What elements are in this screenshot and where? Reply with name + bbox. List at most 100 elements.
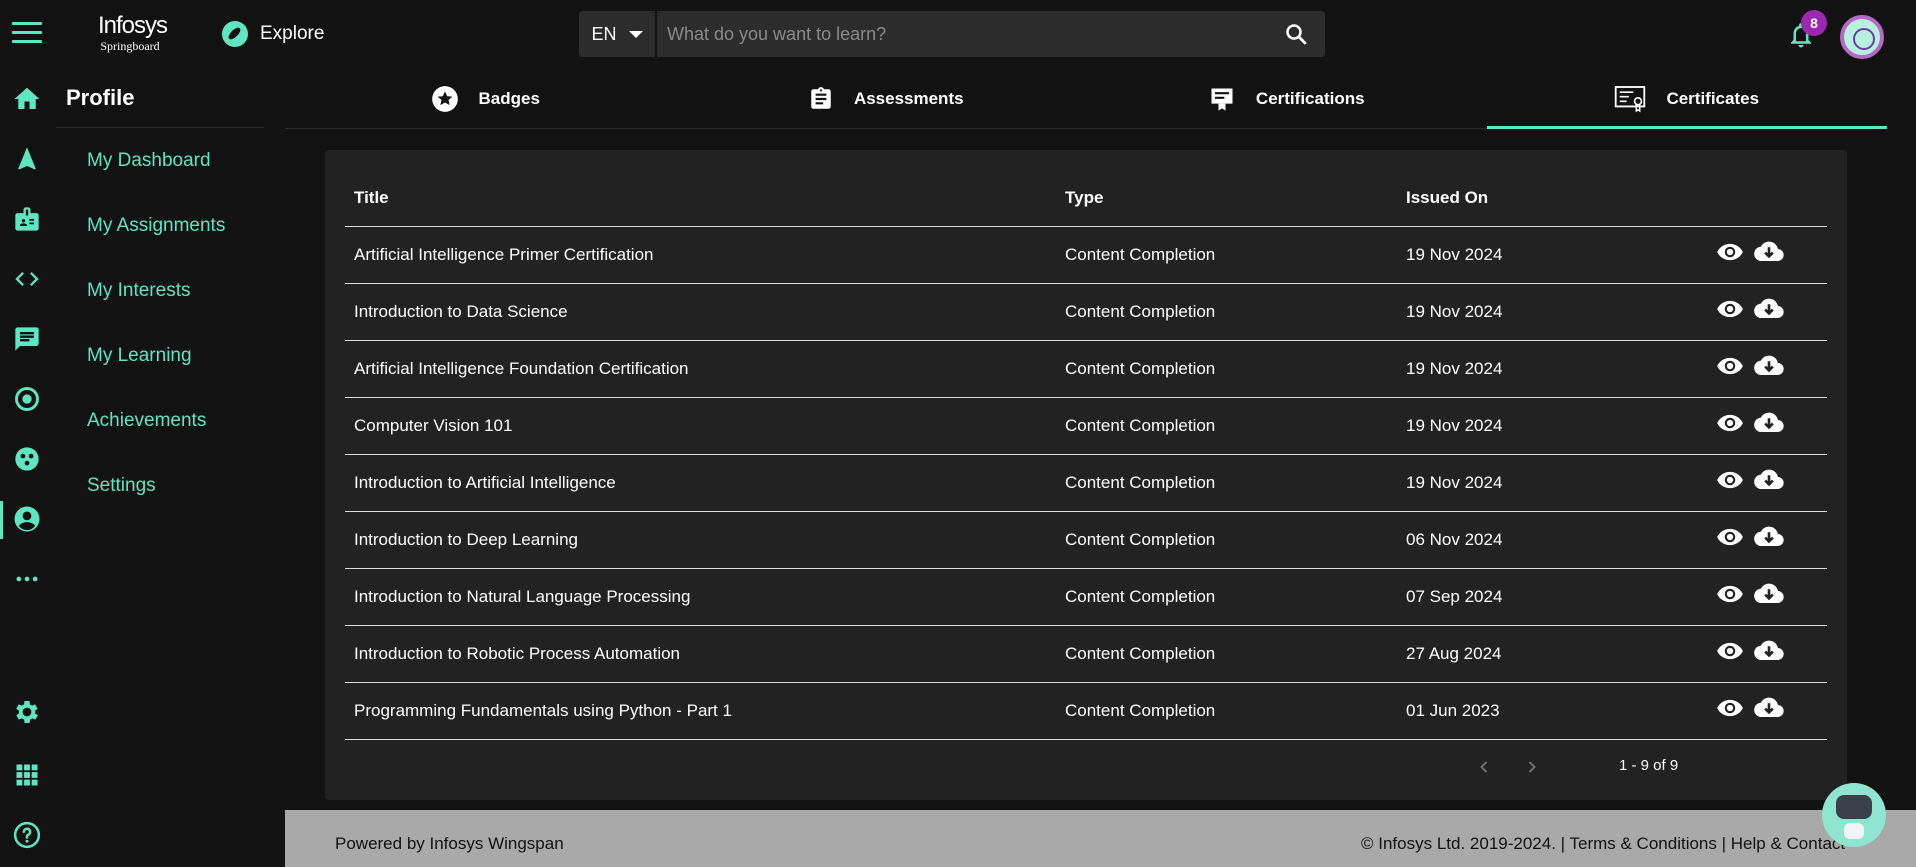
language-select[interactable]: EN [579,11,657,57]
download-certificate-button[interactable] [1754,468,1784,492]
column-header-actions [1687,170,1827,227]
cell-actions [1687,454,1827,512]
home-icon[interactable] [9,81,45,117]
cell-actions [1687,511,1827,569]
settings-icon[interactable] [9,694,45,730]
cell-type: Content Completion [1056,682,1397,740]
cell-type: Content Completion [1056,454,1397,512]
sidebar-item-achievements[interactable]: Achievements [56,388,264,453]
menu-icon[interactable] [12,22,42,46]
download-certificate-button[interactable] [1754,240,1784,264]
cell-type: Content Completion [1056,625,1397,683]
cell-type: Content Completion [1056,568,1397,626]
eye-icon [1717,471,1743,488]
cell-title: Computer Vision 101 [345,397,1056,455]
tab-badges[interactable]: Badges [285,70,686,128]
column-header-type[interactable]: Type [1056,170,1397,227]
view-certificate-button[interactable] [1716,698,1744,718]
view-certificate-button[interactable] [1716,584,1744,604]
sidebar-item-my-dashboard[interactable]: My Dashboard [56,128,264,193]
sidebar-item-my-interests[interactable]: My Interests [56,258,264,323]
search-button[interactable] [1267,11,1325,57]
tab-assessments[interactable]: Assessments [686,70,1087,128]
view-certificate-button[interactable] [1716,242,1744,262]
view-certificate-button[interactable] [1716,527,1744,547]
search-bar: EN [579,11,1325,57]
infosys-springboard-logo[interactable]: Infosys Springboard [98,14,168,54]
cloud-download-icon [1754,355,1784,375]
download-certificate-button[interactable] [1754,696,1784,720]
code-icon[interactable] [9,261,45,297]
target-icon[interactable] [9,381,45,417]
search-input[interactable] [657,11,1267,57]
cell-title: Artificial Intelligence Foundation Certi… [345,340,1056,398]
eye-icon [1717,699,1743,716]
cell-issued-on: 01 Jun 2023 [1397,682,1687,740]
chat-icon[interactable] [9,321,45,357]
more-icon[interactable] [9,561,45,597]
view-certificate-button[interactable] [1716,413,1744,433]
view-certificate-button[interactable] [1716,470,1744,490]
profile-icon[interactable] [9,501,45,537]
certificates-table: Title Type Issued On Artificial Intellig… [345,170,1827,740]
navigate-icon[interactable] [9,141,45,177]
view-certificate-button[interactable] [1716,641,1744,661]
tab-certificates[interactable]: Certificates [1486,70,1888,129]
cloud-download-icon [1754,241,1784,261]
cell-actions [1687,625,1827,683]
help-contact-link[interactable]: Help & Contact [1731,834,1845,853]
download-certificate-button[interactable] [1754,582,1784,606]
sidebar-item-my-learning[interactable]: My Learning [56,323,264,388]
table-row: Introduction to Deep Learning Content Com… [345,511,1827,569]
cell-title: Artificial Intelligence Primer Certifica… [345,226,1056,284]
tab-certifications[interactable]: Certifications [1086,70,1487,128]
copyright-text: © Infosys Ltd. 2019-2024. | [1361,834,1566,853]
explore-button[interactable]: Explore [222,20,324,48]
row-actions [1696,639,1827,663]
cell-issued-on: 19 Nov 2024 [1397,454,1687,512]
row-actions [1696,411,1827,435]
compass-icon [222,21,248,47]
next-page-button[interactable] [1519,754,1545,780]
pagination-range: 1 - 9 of 9 [1619,757,1679,774]
apps-icon[interactable] [9,757,45,793]
community-icon[interactable] [9,441,45,477]
eye-icon [1717,243,1743,260]
table-row: Artificial Intelligence Primer Certifica… [345,226,1827,284]
download-certificate-button[interactable] [1754,639,1784,663]
eye-icon [1717,414,1743,431]
cell-type: Content Completion [1056,511,1397,569]
view-certificate-button[interactable] [1716,356,1744,376]
cell-title: Programming Fundamentals using Python - … [345,682,1056,740]
table-row: Programming Fundamentals using Python - … [345,682,1827,740]
cloud-download-icon [1754,469,1784,489]
chatbot-button[interactable] [1822,783,1886,847]
cell-actions [1687,397,1827,455]
certification-icon [1211,88,1233,111]
download-certificate-button[interactable] [1754,525,1784,549]
cell-actions [1687,283,1827,341]
powered-by-text: Powered by Infosys Wingspan [335,834,564,853]
sidebar-item-my-assignments[interactable]: My Assignments [56,193,264,258]
row-actions [1696,354,1827,378]
download-certificate-button[interactable] [1754,354,1784,378]
sidebar-title: Profile [56,68,264,128]
download-certificate-button[interactable] [1754,297,1784,321]
eye-icon [1717,585,1743,602]
certificate-icon [1615,86,1646,113]
terms-link[interactable]: Terms & Conditions [1570,834,1717,853]
cell-type: Content Completion [1056,283,1397,341]
download-certificate-button[interactable] [1754,411,1784,435]
sidebar-item-settings[interactable]: Settings [56,453,264,518]
previous-page-button[interactable] [1471,754,1497,780]
table-row: Introduction to Data Science Content Comp… [345,283,1827,341]
footer-separator: | [1721,834,1727,853]
user-avatar[interactable] [1840,15,1884,59]
badge-icon[interactable] [9,201,45,237]
cloud-download-icon [1754,412,1784,432]
column-header-issued-on[interactable]: Issued On [1397,170,1687,227]
view-certificate-button[interactable] [1716,299,1744,319]
column-header-title[interactable]: Title [345,170,1056,227]
table-row: Introduction to Robotic Process Automati… [345,625,1827,683]
help-icon[interactable] [9,817,45,853]
